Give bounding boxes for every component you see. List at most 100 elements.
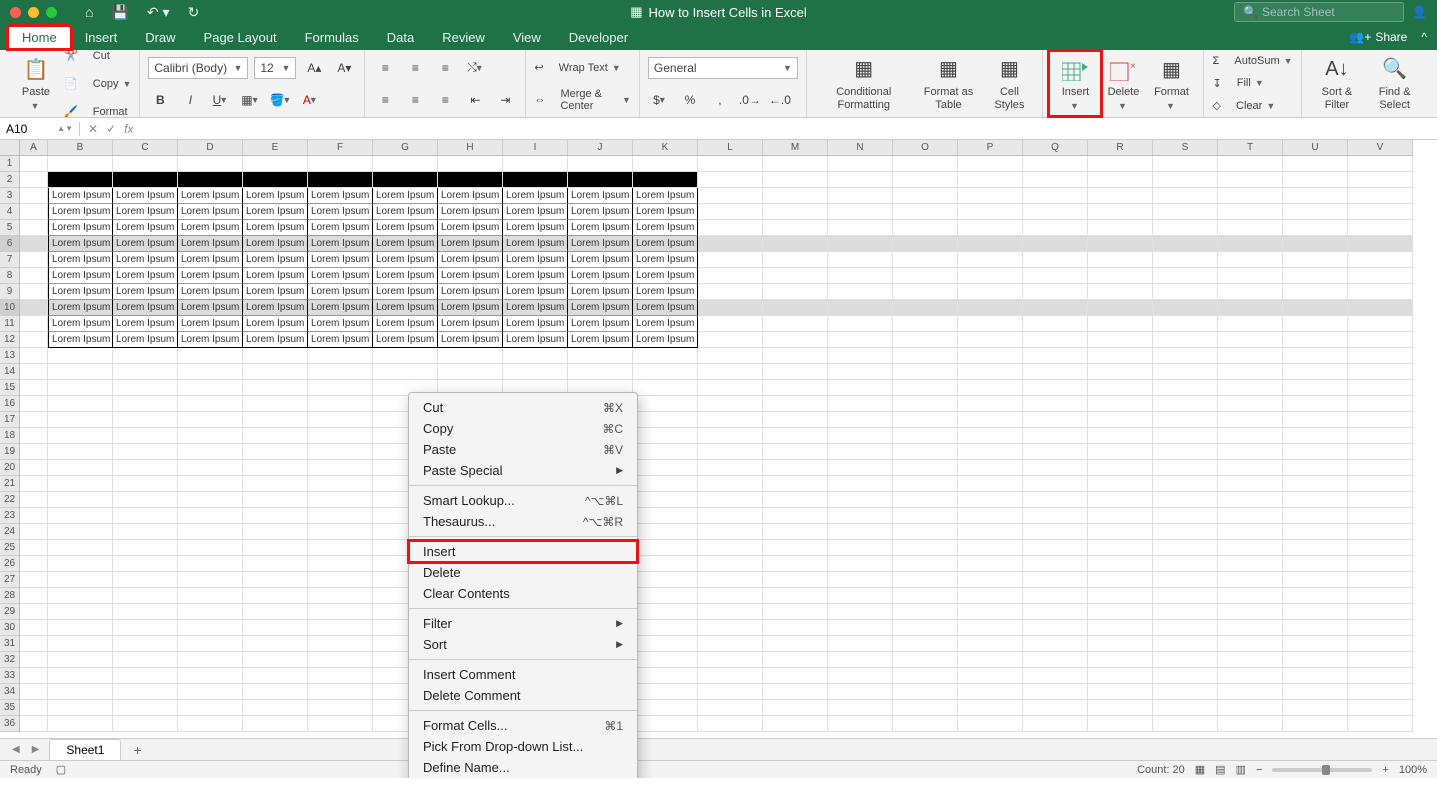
cell[interactable] (308, 572, 373, 588)
cell[interactable] (1218, 284, 1283, 300)
cell[interactable] (113, 492, 178, 508)
cell[interactable]: Lorem Ipsum (113, 236, 178, 252)
cell[interactable] (763, 684, 828, 700)
cell[interactable] (568, 172, 633, 188)
cell[interactable] (178, 556, 243, 572)
cell[interactable] (698, 332, 763, 348)
column-header[interactable]: L (698, 140, 763, 156)
cell[interactable] (243, 716, 308, 732)
column-header[interactable]: P (958, 140, 1023, 156)
cell[interactable] (698, 444, 763, 460)
cell[interactable]: Lorem Ipsum (243, 188, 308, 204)
cell[interactable]: Lorem Ipsum (438, 220, 503, 236)
row-header[interactable]: 15 (0, 380, 20, 396)
cell[interactable] (243, 428, 308, 444)
add-sheet-button[interactable]: + (121, 739, 153, 761)
minimize-window-icon[interactable] (28, 7, 39, 18)
tab-view[interactable]: View (499, 26, 555, 49)
macro-record-icon[interactable]: ▢ (56, 763, 66, 776)
cell[interactable]: Lorem Ipsum (243, 204, 308, 220)
cell[interactable] (243, 684, 308, 700)
cell[interactable]: Lorem Ipsum (308, 268, 373, 284)
cell[interactable] (48, 172, 113, 188)
decrease-decimal-icon[interactable]: ←.0 (768, 89, 792, 111)
cell[interactable] (20, 572, 48, 588)
cell[interactable] (20, 444, 48, 460)
cell[interactable] (958, 332, 1023, 348)
cell[interactable]: Lorem Ipsum (178, 332, 243, 348)
cell[interactable] (763, 604, 828, 620)
cell[interactable] (958, 652, 1023, 668)
cell[interactable] (698, 508, 763, 524)
cell[interactable] (958, 172, 1023, 188)
cell[interactable] (308, 588, 373, 604)
cell[interactable] (1088, 412, 1153, 428)
cell[interactable] (1218, 364, 1283, 380)
cell[interactable] (1153, 300, 1218, 316)
cell[interactable] (633, 620, 698, 636)
cell[interactable]: Lorem Ipsum (503, 236, 568, 252)
cell[interactable] (828, 588, 893, 604)
cell[interactable] (763, 668, 828, 684)
cell[interactable] (633, 444, 698, 460)
cell[interactable] (308, 428, 373, 444)
cell[interactable] (1348, 636, 1413, 652)
cell[interactable]: Lorem Ipsum (633, 236, 698, 252)
cell[interactable] (48, 476, 113, 492)
cell[interactable] (1088, 492, 1153, 508)
cell[interactable] (958, 380, 1023, 396)
cell[interactable] (1348, 268, 1413, 284)
cell[interactable] (1218, 156, 1283, 172)
cell[interactable] (1023, 668, 1088, 684)
cell[interactable] (1023, 204, 1088, 220)
cell[interactable] (1348, 556, 1413, 572)
cell[interactable] (1283, 332, 1348, 348)
cell[interactable] (633, 492, 698, 508)
cell[interactable] (1218, 716, 1283, 732)
cell[interactable] (1153, 476, 1218, 492)
cell[interactable] (1153, 220, 1218, 236)
cell[interactable] (698, 572, 763, 588)
cell[interactable] (958, 572, 1023, 588)
cell[interactable]: Lorem Ipsum (373, 188, 438, 204)
cell[interactable] (48, 444, 113, 460)
cell[interactable] (893, 332, 958, 348)
cell[interactable]: Lorem Ipsum (243, 252, 308, 268)
cell[interactable] (1088, 540, 1153, 556)
cell[interactable] (1023, 172, 1088, 188)
cell[interactable] (178, 444, 243, 460)
cell[interactable] (1218, 172, 1283, 188)
cell[interactable] (958, 684, 1023, 700)
cell[interactable] (763, 524, 828, 540)
cell[interactable] (308, 396, 373, 412)
cell[interactable] (113, 460, 178, 476)
cell[interactable] (1348, 572, 1413, 588)
context-menu-item-copy[interactable]: Copy⌘C (409, 418, 637, 439)
comma-icon[interactable]: , (708, 89, 732, 111)
home-icon[interactable]: ⌂ (85, 4, 93, 20)
cell[interactable] (1218, 636, 1283, 652)
align-bottom-icon[interactable]: ≡ (433, 57, 457, 79)
cell[interactable] (828, 204, 893, 220)
context-menu-item-insert-comment[interactable]: Insert Comment (409, 664, 637, 685)
cell[interactable] (763, 172, 828, 188)
cell[interactable] (48, 636, 113, 652)
context-menu-item-sort[interactable]: Sort (409, 634, 637, 655)
cell[interactable] (1218, 652, 1283, 668)
cell[interactable] (1348, 716, 1413, 732)
cell[interactable] (568, 156, 633, 172)
cell[interactable]: Lorem Ipsum (438, 268, 503, 284)
cell[interactable] (893, 476, 958, 492)
cell[interactable] (763, 540, 828, 556)
cell[interactable] (1283, 284, 1348, 300)
cell[interactable] (1023, 716, 1088, 732)
cell[interactable] (20, 540, 48, 556)
cell[interactable]: Lorem Ipsum (48, 236, 113, 252)
cell[interactable] (763, 716, 828, 732)
cell[interactable] (308, 444, 373, 460)
cell[interactable]: Lorem Ipsum (178, 188, 243, 204)
cell[interactable] (48, 716, 113, 732)
cell[interactable]: Lorem Ipsum (373, 300, 438, 316)
cell[interactable] (178, 524, 243, 540)
cell[interactable]: Lorem Ipsum (633, 188, 698, 204)
